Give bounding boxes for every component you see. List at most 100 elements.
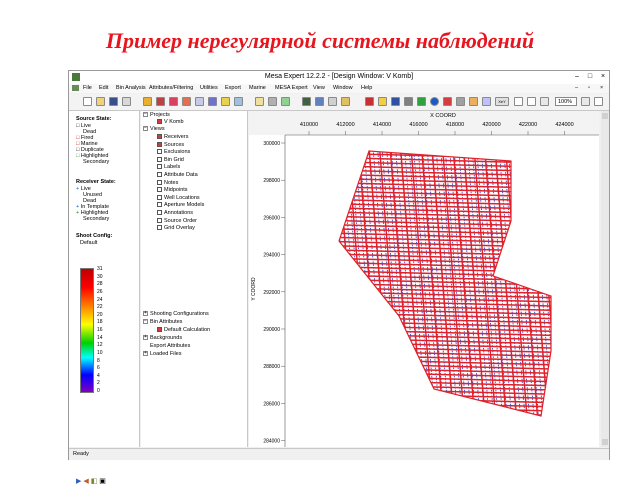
tree-default-calculation[interactable]: Default Calculation	[157, 327, 210, 333]
color-scale-tick: 8	[97, 357, 100, 364]
view-checkbox[interactable]	[157, 194, 162, 200]
camera-icon[interactable]	[341, 97, 350, 106]
tree-view-item[interactable]: Receivers	[157, 134, 188, 140]
view-checkbox[interactable]	[157, 202, 162, 208]
globe-icon[interactable]	[430, 97, 439, 106]
tree-view-item[interactable]: Annotations	[157, 210, 193, 216]
attribute-tool-icon[interactable]	[208, 97, 217, 106]
tree-view-item[interactable]: Well Locations	[157, 195, 200, 201]
sources-tool-icon[interactable]	[143, 97, 152, 106]
maximize-icon[interactable]: □	[584, 72, 596, 82]
legend-tool-3-icon[interactable]: ◧	[91, 478, 98, 485]
view-checkbox[interactable]	[157, 134, 162, 140]
menu-help[interactable]: Help	[361, 85, 372, 91]
mdi-close-icon[interactable]: ×	[600, 85, 603, 91]
select-icon[interactable]	[482, 97, 491, 106]
tree-view-item[interactable]: Bin Grid	[157, 157, 184, 163]
zoom-extent-icon[interactable]	[540, 97, 549, 106]
tree-view-item[interactable]: Sources	[157, 142, 184, 148]
annotate-icon[interactable]	[469, 97, 478, 106]
view-checkbox[interactable]	[157, 217, 162, 223]
report-tool-icon[interactable]	[315, 97, 324, 106]
measure-icon[interactable]	[404, 97, 413, 106]
layout-tool-icon[interactable]	[234, 97, 243, 106]
tree-view-item[interactable]: Grid Overlay	[157, 225, 195, 231]
tree-views[interactable]: − Views	[143, 126, 165, 132]
legend-tool-1-icon[interactable]: ▶	[76, 478, 81, 485]
menu-mesa-expert[interactable]: MESA Expert	[275, 85, 308, 91]
menu-bin-analysis[interactable]: Bin Analysis	[116, 85, 146, 91]
tree-bin-attributes[interactable]: − Bin Attributes	[143, 319, 182, 325]
print-icon[interactable]	[122, 97, 131, 106]
legend-lock-icon[interactable]: ▣	[99, 478, 106, 485]
template-tool-icon[interactable]	[169, 97, 178, 106]
highlight-icon[interactable]	[378, 97, 387, 106]
zoom-level-select[interactable]: 100%	[555, 97, 577, 106]
zoom-in-icon[interactable]	[514, 97, 523, 106]
view-checkbox[interactable]	[157, 149, 162, 155]
view-checkbox[interactable]	[157, 156, 162, 162]
tree-project-item[interactable]: V Komb	[157, 119, 184, 125]
patch-tool-icon[interactable]	[182, 97, 191, 106]
close-icon[interactable]: ×	[597, 72, 609, 82]
pan-icon[interactable]	[417, 97, 426, 106]
view-checkbox[interactable]	[157, 187, 162, 193]
menu-export[interactable]: Export	[225, 85, 241, 91]
bin-grid-tool-icon[interactable]	[195, 97, 204, 106]
edit-tool-icon[interactable]	[255, 97, 264, 106]
view-tool-icon[interactable]	[281, 97, 290, 106]
menu-edit[interactable]: Edit	[99, 85, 108, 91]
tree-view-item[interactable]: Midpoints	[157, 187, 188, 193]
filter-icon[interactable]	[365, 97, 374, 106]
tree-view-item[interactable]: Exclusions	[157, 149, 190, 155]
record-tool-icon[interactable]	[302, 97, 311, 106]
tree-view-item[interactable]: Source Order	[157, 218, 197, 224]
menu-attributes-filtering[interactable]: Attributes/Filtering	[149, 85, 193, 91]
view-checkbox[interactable]	[157, 172, 162, 178]
tree-backgrounds[interactable]: + Backgrounds	[143, 335, 182, 341]
save-icon[interactable]	[109, 97, 118, 106]
view-checkbox[interactable]	[157, 164, 162, 170]
tree-view-item[interactable]: Aperture Models	[157, 202, 204, 208]
color-icon[interactable]	[443, 97, 452, 106]
menu-window[interactable]: Window	[333, 85, 353, 91]
color-scale-tick: 24	[97, 296, 103, 303]
view-checkbox[interactable]	[157, 210, 162, 216]
tree-shooting-configurations[interactable]: + Shooting Configurations	[143, 311, 209, 317]
menu-marine[interactable]: Marine	[249, 85, 266, 91]
receivers-tool-icon[interactable]	[156, 97, 165, 106]
menu-file[interactable]: File	[83, 85, 92, 91]
settings-icon[interactable]	[328, 97, 337, 106]
menu-view[interactable]: View	[313, 85, 325, 91]
minimize-icon[interactable]: –	[571, 72, 583, 82]
shoot-tool-icon[interactable]	[221, 97, 230, 106]
vertical-scrollbar[interactable]	[601, 111, 609, 447]
tree-view-item[interactable]: Notes	[157, 180, 178, 186]
design-map-view[interactable]: X COORD Y COORD 410000 412000 414000 416000…	[249, 111, 599, 447]
view-checkbox[interactable]	[157, 225, 162, 231]
scroll-up-icon[interactable]	[602, 113, 608, 119]
legend-tool-2-icon[interactable]: ◀	[83, 478, 88, 485]
scroll-down-icon[interactable]	[602, 439, 608, 445]
tree-loaded-files[interactable]: + Loaded Files	[143, 351, 182, 357]
view-checkbox[interactable]	[157, 179, 162, 185]
survey-map[interactable]: X COORD Y COORD 410000 412000 414000 416000…	[249, 111, 599, 447]
tree-export-attributes[interactable]: Export Attributes	[143, 343, 190, 349]
new-file-icon[interactable]	[83, 97, 92, 106]
zoom-out-icon[interactable]	[527, 97, 536, 106]
menu-utilities[interactable]: Utilities	[200, 85, 218, 91]
grid-tool-icon[interactable]	[268, 97, 277, 106]
tree-view-item[interactable]: Labels	[157, 164, 180, 170]
mdi-minimize-icon[interactable]: –	[575, 85, 578, 91]
xy-toggle[interactable]: XeY	[495, 97, 509, 106]
zoom-dropdown-icon[interactable]	[581, 97, 590, 106]
undo-icon[interactable]	[456, 97, 465, 106]
tree-view-item[interactable]: Attribute Data	[157, 172, 198, 178]
refresh-icon[interactable]	[594, 97, 603, 106]
mdi-restore-icon[interactable]: ▫	[588, 85, 590, 91]
tree-projects[interactable]: − Projects	[143, 112, 170, 118]
open-folder-icon[interactable]	[96, 97, 105, 106]
view-checkbox[interactable]	[157, 141, 162, 147]
layers-icon[interactable]	[391, 97, 400, 106]
menu-app-icon[interactable]	[72, 85, 79, 91]
